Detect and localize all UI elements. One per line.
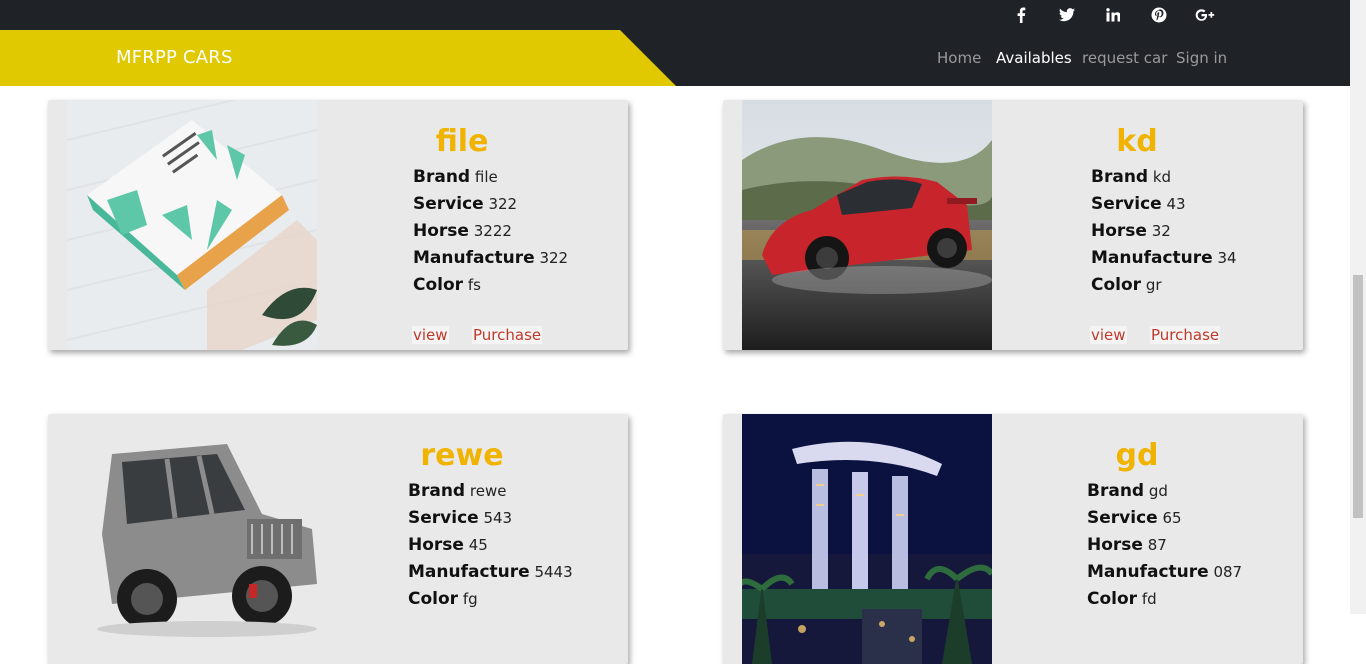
brand-value: gd (1148, 482, 1168, 500)
manufacture-label: Manufacture (408, 562, 530, 582)
horse-label: Horse (1087, 535, 1143, 555)
car-details: file Brand file Service 322 Horse 3222 M… (328, 100, 628, 350)
service-value: 43 (1166, 195, 1186, 213)
service-value: 543 (483, 509, 513, 527)
car-image (67, 100, 317, 350)
service-label: Service (413, 194, 484, 214)
nav-availables[interactable]: Availables (996, 49, 1072, 67)
service-field: Service 43 (1091, 194, 1186, 214)
color-label: Color (1091, 275, 1142, 295)
horse-field: Horse 45 (408, 535, 488, 555)
horse-field: Horse 32 (1091, 221, 1171, 241)
color-field: Color gr (1091, 275, 1162, 295)
service-field: Service 322 (413, 194, 517, 214)
color-value: fs (467, 276, 481, 294)
color-label: Color (1087, 589, 1138, 609)
facebook-icon[interactable] (1010, 4, 1032, 26)
horse-value: 3222 (473, 222, 512, 240)
manufacture-field: Manufacture 087 (1087, 562, 1242, 582)
site-brand[interactable]: MFRPP CARS (116, 47, 233, 68)
twitter-icon[interactable] (1056, 4, 1078, 26)
manufacture-value: 5443 (534, 563, 573, 581)
brand-value: file (474, 168, 498, 186)
car-card: kd Brand kd Service 43 Horse 32 Manufact… (723, 100, 1303, 350)
car-name: file (435, 124, 489, 159)
nav-home[interactable]: Home (937, 49, 981, 67)
brand-field: Brand kd (1091, 167, 1171, 187)
navbar: MFRPP CARS Home Availables request car S… (0, 30, 1350, 86)
brand-value: kd (1152, 168, 1172, 186)
service-label: Service (1087, 508, 1158, 528)
color-value: fg (462, 590, 478, 608)
color-field: Color fg (408, 589, 478, 609)
manufacture-field: Manufacture 5443 (408, 562, 573, 582)
car-card: rewe Brand rewe Service 543 Horse 45 Man… (48, 414, 628, 664)
horse-value: 45 (468, 536, 488, 554)
horse-value: 32 (1151, 222, 1171, 240)
brand-band (0, 30, 676, 86)
service-value: 65 (1162, 509, 1182, 527)
brand-label: Brand (1087, 481, 1145, 501)
horse-field: Horse 87 (1087, 535, 1167, 555)
manufacture-field: Manufacture 322 (413, 248, 568, 268)
car-card: gd Brand gd Service 65 Horse 87 Manufact… (723, 414, 1303, 664)
nav-request-car[interactable]: request car (1082, 49, 1167, 67)
car-image (67, 414, 317, 664)
google-plus-icon[interactable] (1194, 4, 1216, 26)
horse-field: Horse 3222 (413, 221, 512, 241)
car-details: rewe Brand rewe Service 543 Horse 45 Man… (328, 414, 628, 664)
brand-field: Brand file (413, 167, 498, 187)
view-link[interactable]: view (1090, 326, 1127, 344)
car-name: rewe (420, 438, 504, 473)
color-label: Color (408, 589, 459, 609)
car-details: gd Brand gd Service 65 Horse 87 Manufact… (1003, 414, 1303, 664)
brand-field: Brand rewe (408, 481, 506, 501)
brand-label: Brand (408, 481, 466, 501)
color-value: gr (1145, 276, 1162, 294)
service-label: Service (1091, 194, 1162, 214)
manufacture-value: 322 (539, 249, 569, 267)
color-value: fd (1141, 590, 1157, 608)
purchase-link[interactable]: Purchase (1150, 326, 1221, 344)
manufacture-label: Manufacture (1087, 562, 1209, 582)
scrollbar-thumb[interactable] (1353, 275, 1363, 518)
brand-value: rewe (469, 482, 507, 500)
service-field: Service 65 (1087, 508, 1182, 528)
view-link[interactable]: view (412, 326, 449, 344)
brand-label: Brand (413, 167, 471, 187)
page-scrollbar[interactable] (1350, 0, 1366, 614)
color-field: Color fs (413, 275, 481, 295)
manufacture-label: Manufacture (413, 248, 535, 268)
horse-label: Horse (1091, 221, 1147, 241)
purchase-link[interactable]: Purchase (472, 326, 543, 344)
service-label: Service (408, 508, 479, 528)
manufacture-label: Manufacture (1091, 248, 1213, 268)
car-card: file Brand file Service 322 Horse 3222 M… (48, 100, 628, 350)
car-image (742, 100, 992, 350)
linkedin-icon[interactable] (1102, 4, 1124, 26)
service-field: Service 543 (408, 508, 512, 528)
car-image (742, 414, 992, 664)
manufacture-value: 34 (1217, 249, 1237, 267)
social-bar (0, 0, 1350, 30)
car-details: kd Brand kd Service 43 Horse 32 Manufact… (1003, 100, 1303, 350)
brand-field: Brand gd (1087, 481, 1168, 501)
car-name: kd (1116, 124, 1158, 159)
pinterest-icon[interactable] (1148, 4, 1170, 26)
manufacture-field: Manufacture 34 (1091, 248, 1237, 268)
brand-label: Brand (1091, 167, 1149, 187)
car-name: gd (1115, 438, 1159, 473)
nav-sign-in[interactable]: Sign in (1176, 49, 1227, 67)
horse-label: Horse (408, 535, 464, 555)
horse-label: Horse (413, 221, 469, 241)
color-field: Color fd (1087, 589, 1157, 609)
manufacture-value: 087 (1213, 563, 1243, 581)
color-label: Color (413, 275, 464, 295)
horse-value: 87 (1147, 536, 1167, 554)
service-value: 322 (488, 195, 518, 213)
